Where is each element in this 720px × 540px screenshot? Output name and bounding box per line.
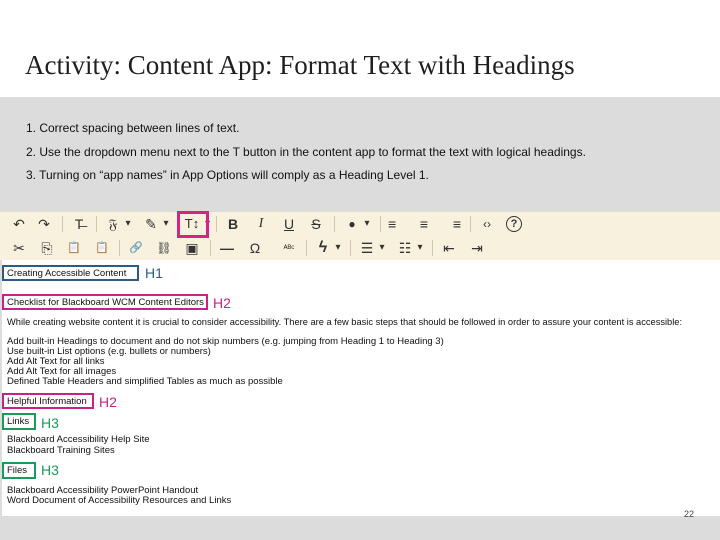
h3-annotation-box <box>2 462 36 479</box>
toolbar-row-2: ✂ ⎘ 📋 📋 🔗 ⛓ ▣ — Ω ᴬᴮᶜ ϟ ▾ ☰ ▾ ☷ ▾ ⇤ ⇥ <box>0 236 720 260</box>
highlighter-icon[interactable]: ✎ <box>142 214 160 234</box>
toolbar-separator <box>216 216 217 232</box>
dropdown-arrow-icon[interactable]: ▾ <box>377 238 387 258</box>
spellcheck-icon[interactable]: ᴬᴮᶜ <box>278 238 300 258</box>
toolbar-separator <box>119 240 120 256</box>
editor-toolbar: ↶ ↷ T̶ 𝔉 ▾ ✎ ▾ T↕ ▾ B I U S ● ▾ ≡ ≡ ≡ ‹›… <box>0 212 720 260</box>
instruction-2: 2. Use the dropdown menu next to the T b… <box>26 145 586 159</box>
h2-label: H2 <box>213 295 231 311</box>
help-icon[interactable]: ? <box>506 216 522 232</box>
color-drop-icon[interactable]: ● <box>344 214 360 234</box>
toolbar-separator <box>334 216 335 232</box>
image-icon[interactable]: ▣ <box>183 238 201 258</box>
bullet-list-icon[interactable]: ☰ <box>358 238 376 258</box>
paste-icon[interactable]: 📋 <box>65 238 83 258</box>
toolbar-separator <box>96 216 97 232</box>
link-icon[interactable]: 🔗 <box>127 238 145 258</box>
underline-icon[interactable]: U <box>280 214 298 234</box>
copy-icon[interactable]: ⎘ <box>38 238 56 258</box>
instruction-1: 1. Correct spacing between lines of text… <box>26 121 240 135</box>
lightning-icon[interactable]: ϟ <box>314 238 332 258</box>
toolbar-separator <box>432 240 433 256</box>
page-number: 22 <box>684 509 695 519</box>
toolbar-separator <box>350 240 351 256</box>
unlink-icon[interactable]: ⛓ <box>155 238 173 258</box>
indent-icon[interactable]: ⇥ <box>468 238 486 258</box>
h3-label: H3 <box>41 415 59 431</box>
h1-annotation-box <box>2 265 139 281</box>
toolbar-separator <box>210 240 211 256</box>
instruction-3: 3. Turning on “app names” in App Options… <box>26 168 429 182</box>
cut-icon[interactable]: ✂ <box>10 238 28 258</box>
list-item[interactable]: Defined Table Headers and simplified Tab… <box>7 376 283 387</box>
align-left-icon[interactable]: ≡ <box>388 214 406 234</box>
text-size-highlight <box>177 211 209 238</box>
toolbar-separator <box>62 216 63 232</box>
dropdown-arrow-icon[interactable]: ▾ <box>161 214 171 234</box>
toolbar-separator <box>306 240 307 256</box>
font-family-icon[interactable]: 𝔉 <box>104 214 122 234</box>
align-center-icon[interactable]: ≡ <box>415 214 433 234</box>
strikethrough-icon[interactable]: S <box>307 214 325 234</box>
code-icon[interactable]: ‹› <box>478 214 496 234</box>
dropdown-arrow-icon[interactable]: ▾ <box>333 238 343 258</box>
italic-icon[interactable]: I <box>252 214 270 234</box>
align-right-icon[interactable]: ≡ <box>443 214 461 234</box>
dropdown-arrow-icon[interactable]: ▾ <box>123 214 133 234</box>
doc-paragraph-intro[interactable]: While creating website content it is cru… <box>7 317 682 327</box>
slide-title: Activity: Content App: Format Text with … <box>25 50 575 80</box>
toolbar-row-1: ↶ ↷ T̶ 𝔉 ▾ ✎ ▾ T↕ ▾ B I U S ● ▾ ≡ ≡ ≡ ‹›… <box>0 212 720 236</box>
undo-icon[interactable]: ↶ <box>10 214 28 234</box>
list-item[interactable]: Blackboard Training Sites <box>7 445 115 456</box>
redo-icon[interactable]: ↷ <box>35 214 53 234</box>
h2-annotation-box <box>2 393 94 409</box>
horizontal-rule-icon[interactable]: — <box>218 238 236 258</box>
list-item[interactable]: Blackboard Accessibility Help Site <box>7 434 150 445</box>
clear-format-icon[interactable]: T̶ <box>70 214 88 234</box>
h3-annotation-box <box>2 413 36 430</box>
h1-label: H1 <box>145 265 163 281</box>
bold-icon[interactable]: B <box>224 214 242 234</box>
h2-label: H2 <box>99 394 117 410</box>
dropdown-arrow-icon[interactable]: ▾ <box>362 214 372 234</box>
paste-plain-icon[interactable]: 📋 <box>93 238 111 258</box>
h2-annotation-box <box>2 294 208 310</box>
toolbar-separator <box>380 216 381 232</box>
toolbar-separator <box>470 216 471 232</box>
omega-icon[interactable]: Ω <box>246 238 264 258</box>
dropdown-arrow-icon[interactable]: ▾ <box>415 238 425 258</box>
list-item[interactable]: Word Document of Accessibility Resources… <box>7 495 231 506</box>
outdent-icon[interactable]: ⇤ <box>440 238 458 258</box>
numbered-list-icon[interactable]: ☷ <box>396 238 414 258</box>
h3-label: H3 <box>41 462 59 478</box>
